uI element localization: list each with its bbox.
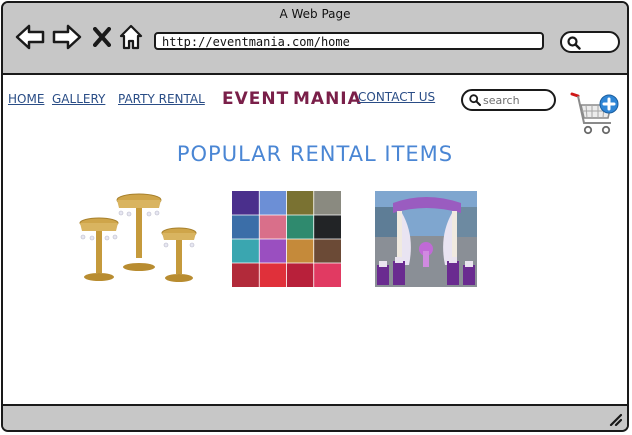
gold-cake-stands-image[interactable] xyxy=(73,189,199,289)
purple-wedding-arch-image[interactable] xyxy=(375,191,477,287)
browser-window: A Web Page http://eventmania.com/home HO… xyxy=(1,1,629,432)
brand-logo-mania: MANIA xyxy=(293,89,362,109)
browser-search-field[interactable] xyxy=(560,31,620,53)
nav-link-gallery[interactable]: GALLERY xyxy=(52,92,105,106)
close-icon[interactable] xyxy=(93,27,111,47)
browser-toolbar: A Web Page http://eventmania.com/home xyxy=(3,3,627,75)
brand-logo-event: EVENT xyxy=(222,89,290,109)
home-icon[interactable] xyxy=(119,24,143,50)
status-bar xyxy=(3,404,627,430)
nav-link-party-rental[interactable]: PARTY RENTAL xyxy=(118,92,205,106)
address-bar[interactable]: http://eventmania.com/home xyxy=(154,32,544,50)
resize-grip-icon[interactable] xyxy=(608,412,622,426)
nav-link-home[interactable]: HOME xyxy=(8,92,44,106)
search-icon xyxy=(567,36,581,50)
section-title: POPULAR RENTAL ITEMS xyxy=(176,142,454,166)
site-search-box[interactable] xyxy=(461,89,556,111)
nav-link-contact-us[interactable]: CONTACT US xyxy=(358,90,435,104)
window-title: A Web Page xyxy=(279,7,351,21)
search-icon xyxy=(469,94,481,106)
site-search-input[interactable] xyxy=(483,93,551,107)
fabric-swatches-image[interactable] xyxy=(232,191,341,287)
address-bar-url: http://eventmania.com/home xyxy=(162,35,350,49)
add-to-cart-icon[interactable] xyxy=(569,89,621,141)
back-arrow-icon[interactable] xyxy=(15,23,45,51)
forward-arrow-icon[interactable] xyxy=(52,23,82,51)
